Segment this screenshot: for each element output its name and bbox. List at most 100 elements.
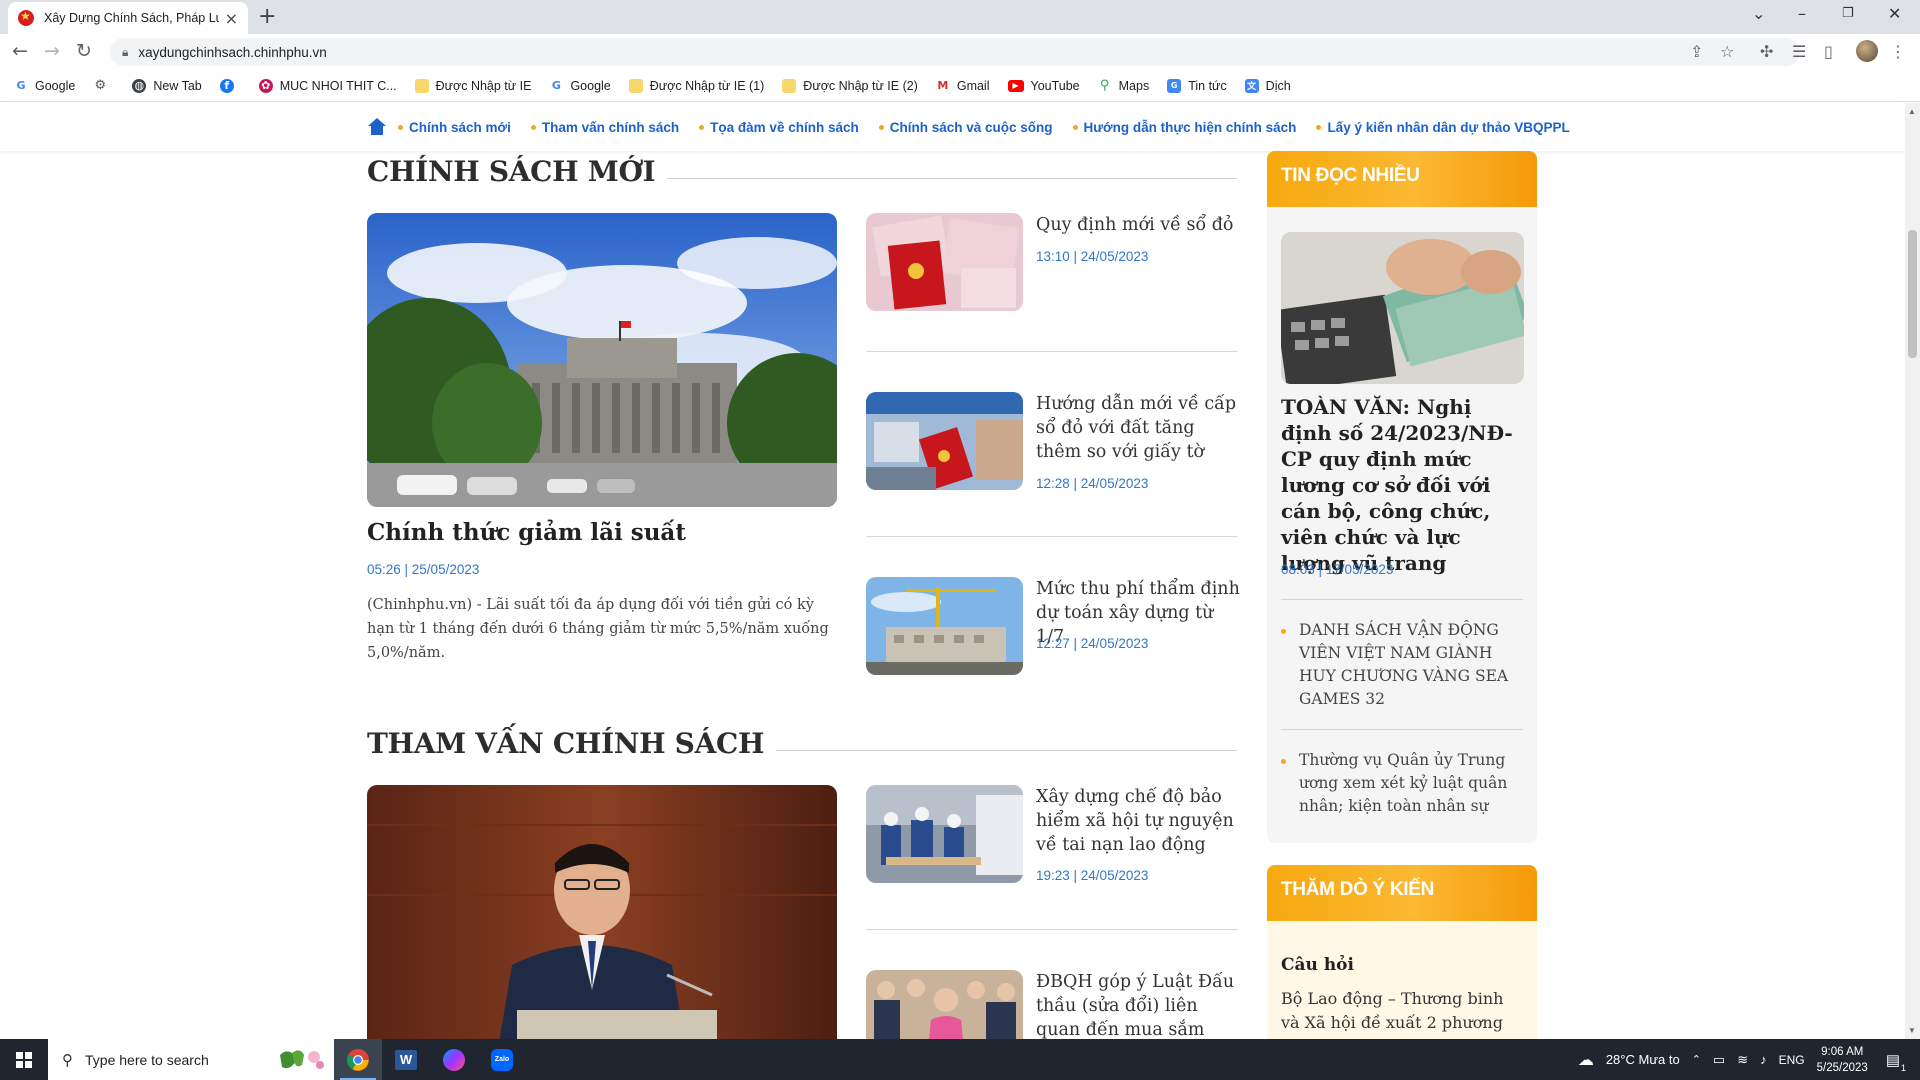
most-read-photo-money[interactable]	[1281, 232, 1524, 384]
bookmark-folder-ie-2[interactable]: Được Nhập từ IE (2)	[782, 78, 918, 93]
bookmark-folder-ie[interactable]: Được Nhập từ IE	[414, 78, 531, 93]
language-indicator[interactable]: ENG	[1779, 1053, 1805, 1067]
reading-list-icon[interactable]: ☰	[1792, 42, 1806, 61]
weather-icon[interactable]: ☁	[1578, 1050, 1594, 1070]
divider	[1281, 729, 1523, 730]
most-read-heading[interactable]: TIN ĐỌC NHIỀU	[1281, 165, 1420, 187]
browser-tab[interactable]: Xây Dựng Chính Sách, Pháp Luật ×	[8, 2, 248, 34]
taskbar-search[interactable]: ⚲ Type here to search	[48, 1039, 334, 1080]
most-read-item[interactable]: DANH SÁCH VẬN ĐỘNG VIÊN VIỆT NAM GIÀNH H…	[1299, 619, 1524, 711]
side-item-title[interactable]: ĐBQH góp ý Luật Đấu thầu (sửa đổi) liên …	[1036, 970, 1241, 1039]
new-tab-icon[interactable]: +	[258, 6, 276, 28]
tab-close-icon[interactable]: ×	[225, 9, 238, 28]
minimize-icon[interactable]: –	[1798, 4, 1806, 23]
featured-description: (Chinhphu.vn) - Lãi suất tối đa áp dụng …	[367, 597, 829, 661]
bookmark-youtube[interactable]: ▶ YouTube	[1007, 79, 1080, 93]
taskbar-word[interactable]: W	[382, 1039, 430, 1080]
folder-icon	[414, 78, 429, 93]
section-title[interactable]: THAM VẤN CHÍNH SÁCH	[367, 727, 764, 760]
taskbar-messenger[interactable]	[430, 1039, 478, 1080]
page-content: CHÍNH SÁCH MỚI Chính thức giảm lãi suất …	[0, 151, 1905, 1039]
featured-photo-bank[interactable]	[367, 213, 837, 507]
google-icon: G	[549, 78, 564, 93]
restore-icon[interactable]: ❐	[1842, 6, 1854, 21]
folder-icon	[782, 78, 797, 93]
facebook-icon: f	[219, 78, 234, 93]
forward-icon[interactable]: →	[44, 40, 60, 62]
bookmark-gmail[interactable]: M Gmail	[935, 78, 990, 93]
most-read-top-title[interactable]: TOÀN VĂN: Nghị định số 24/2023/NĐ-CP quy…	[1281, 394, 1526, 576]
nav-tham-van-chinh-sach[interactable]: Tham vấn chính sách	[531, 120, 679, 135]
poll-question: Bộ Lao động – Thương binh và Xã hội đề x…	[1281, 989, 1504, 1039]
side-item-title[interactable]: Xây dựng chế độ bảo hiểm xã hội tự nguyệ…	[1036, 785, 1241, 857]
section-title[interactable]: CHÍNH SÁCH MỚI	[367, 155, 656, 188]
taskbar-chrome[interactable]	[334, 1039, 382, 1080]
featured-photo-speaker[interactable]	[367, 785, 837, 1039]
notification-icon[interactable]: ▤ 1	[1886, 1051, 1906, 1073]
bookmark-google-2[interactable]: G Google	[549, 78, 611, 93]
bookmark-muc-nhoi[interactable]: ✿ MUC NHOI THIT C...	[258, 78, 397, 93]
youtube-icon: ▶	[1007, 79, 1024, 92]
thumb-cap-so-do[interactable]	[866, 392, 1023, 490]
page-scrollbar[interactable]: ▲ ▼	[1905, 103, 1920, 1039]
bookmark-label: Google	[35, 78, 76, 93]
featured-title[interactable]: Chính thức giảm lãi suất	[367, 519, 686, 546]
most-read-item[interactable]: Thường vụ Quân ủy Trung ương xem xét kỷ …	[1299, 749, 1524, 818]
lock-icon[interactable]: 🔒︎	[122, 45, 128, 60]
address-url: xaydungchinhsach.chinhphu.vn	[138, 44, 327, 60]
bookmark-translate[interactable]: 文 Dịch	[1244, 78, 1291, 93]
start-button[interactable]	[0, 1039, 48, 1080]
featured-time: 05:26 | 25/05/2023	[367, 562, 480, 577]
bookmark-new-tab[interactable]: ◍ New Tab	[132, 78, 202, 93]
address-bar[interactable]: 🔒︎ xaydungchinhsach.chinhphu.vn	[110, 38, 1800, 66]
profile-avatar[interactable]	[1856, 40, 1878, 62]
bookmarks-bar: G Google ⚙ ◍ New Tab f ✿ MUC NHOI THIT C…	[0, 70, 1920, 102]
meet-icon[interactable]: ▭	[1713, 1052, 1725, 1068]
poll-question-label: Câu hỏi	[1281, 955, 1354, 975]
nav-chinh-sach-cuoc-song[interactable]: Chính sách và cuộc sống	[879, 120, 1053, 135]
scroll-up-icon[interactable]: ▲	[1908, 107, 1916, 116]
thumb-bao-hiem[interactable]	[866, 785, 1023, 883]
volume-icon[interactable]: ♪	[1760, 1052, 1767, 1067]
side-item-time: 12:28 | 24/05/2023	[1036, 476, 1149, 491]
windows-logo-icon	[16, 1051, 32, 1068]
wifi-icon[interactable]: ≋	[1737, 1052, 1748, 1068]
nav-huong-dan[interactable]: Hướng dẫn thực hiện chính sách	[1073, 120, 1297, 135]
bookmark-news[interactable]: G Tin tức	[1167, 78, 1227, 93]
scrollbar-thumb[interactable]	[1908, 230, 1917, 358]
tab-search-icon[interactable]: ⌄	[1752, 4, 1765, 23]
side-item-title[interactable]: Quy định mới về sổ đỏ	[1036, 213, 1241, 237]
bookmark-google[interactable]: G Google	[14, 78, 76, 93]
reload-icon[interactable]: ↻	[76, 40, 92, 62]
back-icon[interactable]: ←	[12, 40, 28, 62]
side-panel-icon[interactable]: ▯	[1824, 42, 1833, 61]
bookmark-folder-ie-1[interactable]: Được Nhập từ IE (1)	[628, 78, 764, 93]
bullet-icon	[1281, 759, 1286, 764]
side-item-time: 19:23 | 24/05/2023	[1036, 868, 1149, 883]
side-item-title[interactable]: Hướng dẫn mới về cấp sổ đỏ với đất tăng …	[1036, 392, 1241, 464]
share-icon[interactable]: ⇪	[1690, 42, 1703, 61]
thumb-so-do[interactable]	[866, 213, 1023, 311]
extensions-icon[interactable]: ✣	[1760, 42, 1773, 61]
close-window-icon[interactable]: ✕	[1888, 4, 1901, 23]
nav-toa-dam[interactable]: Tọa đàm về chính sách	[699, 120, 859, 135]
tray-chevron-icon[interactable]: ⌃	[1692, 1053, 1701, 1066]
bookmark-settings[interactable]: ⚙	[93, 78, 114, 93]
bookmark-maps[interactable]: ⚲ Maps	[1097, 78, 1149, 93]
scroll-down-icon[interactable]: ▼	[1908, 1026, 1916, 1035]
poll-heading[interactable]: THĂM DÒ Ý KIẾN	[1281, 879, 1434, 901]
thumb-xay-dung[interactable]	[866, 577, 1023, 675]
weather-text[interactable]: 28°C Mưa to	[1606, 1052, 1680, 1067]
divider	[866, 536, 1238, 537]
bookmark-facebook[interactable]: f	[219, 78, 241, 93]
thumb-dbqh[interactable]	[866, 970, 1023, 1039]
taskbar-clock[interactable]: 9:06 AM 5/25/2023	[1817, 1044, 1868, 1076]
most-read-header: TIN ĐỌC NHIỀU	[1267, 151, 1537, 207]
taskbar-zalo[interactable]: Zalo	[478, 1039, 526, 1080]
menu-icon[interactable]: ⋮	[1890, 42, 1906, 61]
home-icon[interactable]	[368, 118, 386, 136]
browser-toolbar: ← → ↻ 🔒︎ xaydungchinhsach.chinhphu.vn ⇪ …	[0, 34, 1920, 70]
nav-lay-y-kien[interactable]: Lấy ý kiến nhân dân dự thảo VBQPPL	[1316, 120, 1569, 135]
nav-chinh-sach-moi[interactable]: Chính sách mới	[398, 120, 511, 135]
bookmark-star-icon[interactable]: ☆	[1720, 42, 1734, 61]
